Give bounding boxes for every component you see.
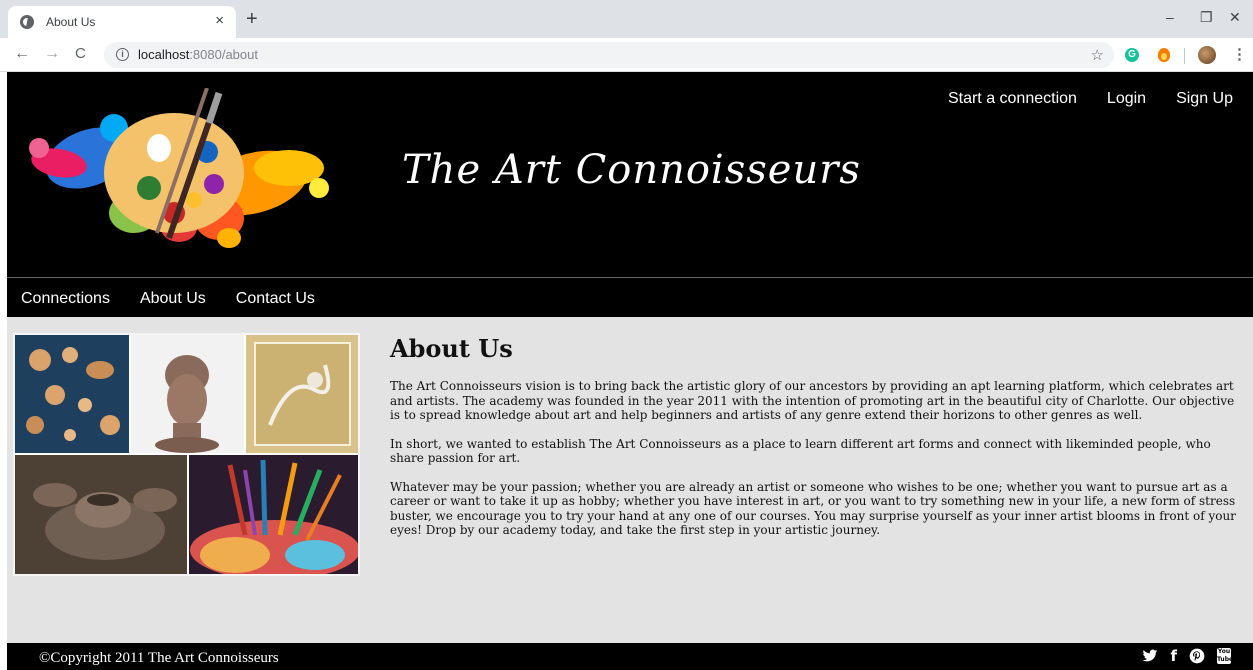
site-footer: ©Copyright 2011 The Art Connoisseurs f Y… [7, 643, 1253, 670]
browser-toolbar: ← → C i localhost:8080/about ☆ G ⋮ [0, 38, 1253, 72]
browser-tab[interactable]: About Us × [8, 6, 236, 38]
profile-avatar[interactable] [1198, 46, 1216, 64]
palette-logo-icon[interactable] [19, 88, 339, 248]
art-collage-image [13, 333, 360, 576]
paragraph-short: In short, we wanted to establish The Art… [390, 436, 1211, 466]
page-heading: About Us [390, 334, 513, 363]
youtube-icon[interactable]: You Tube [1217, 648, 1233, 664]
new-tab-icon[interactable]: + [246, 9, 258, 29]
browser-tabstrip: About Us × + – ❐ ✕ [0, 0, 1253, 38]
toolbar-divider [1184, 48, 1185, 64]
tab-close-icon[interactable]: × [215, 12, 224, 29]
forward-arrow-icon[interactable]: → [44, 46, 60, 62]
social-links: f You Tube [1142, 648, 1233, 664]
grammarly-extension-icon[interactable]: G [1125, 48, 1139, 62]
paragraph-passion: Whatever may be your passion; whether yo… [390, 479, 1236, 538]
fire-extension-icon[interactable] [1158, 48, 1170, 62]
start-connection-link[interactable]: Start a connection [948, 90, 1077, 108]
about-content: About Us The Art Connoisseurs vision is … [390, 334, 1248, 552]
url-path: :8080/about [189, 47, 258, 62]
nav-about-us[interactable]: About Us [140, 290, 206, 308]
url-text: localhost:8080/about [138, 47, 258, 62]
main-nav: Connections About Us Contact Us [7, 277, 1253, 317]
restore-icon[interactable]: ❐ [1200, 9, 1213, 26]
paragraph-vision: The Art Connoisseurs vision is to bring … [390, 379, 1235, 422]
site-title: The Art Connoisseurs [402, 147, 861, 193]
login-link[interactable]: Login [1107, 90, 1146, 108]
minimize-icon[interactable]: – [1166, 9, 1174, 25]
url-host: localhost [138, 47, 190, 62]
globe-icon [20, 15, 34, 29]
tab-title: About Us [46, 15, 96, 29]
info-icon[interactable]: i [116, 48, 129, 61]
window-close-icon[interactable]: ✕ [1229, 9, 1241, 26]
top-nav: Start a connection Login Sign Up [948, 90, 1233, 108]
pinterest-icon[interactable] [1189, 648, 1205, 664]
sign-up-link[interactable]: Sign Up [1176, 90, 1233, 108]
facebook-icon[interactable]: f [1170, 648, 1177, 664]
twitter-icon[interactable] [1142, 648, 1158, 664]
copyright-text: ©Copyright 2011 The Art Connoisseurs [39, 650, 279, 666]
kebab-menu-icon[interactable]: ⋮ [1232, 45, 1247, 63]
nav-connections[interactable]: Connections [21, 290, 110, 308]
site-header: The Art Connoisseurs Start a connection … [7, 72, 1253, 277]
page: The Art Connoisseurs Start a connection … [7, 72, 1253, 670]
address-bar[interactable]: i localhost:8080/about ☆ [104, 42, 1114, 68]
bookmark-star-icon[interactable]: ☆ [1091, 46, 1104, 64]
back-arrow-icon[interactable]: ← [14, 46, 30, 62]
nav-contact-us[interactable]: Contact Us [236, 290, 315, 308]
reload-icon[interactable]: C [75, 46, 86, 62]
